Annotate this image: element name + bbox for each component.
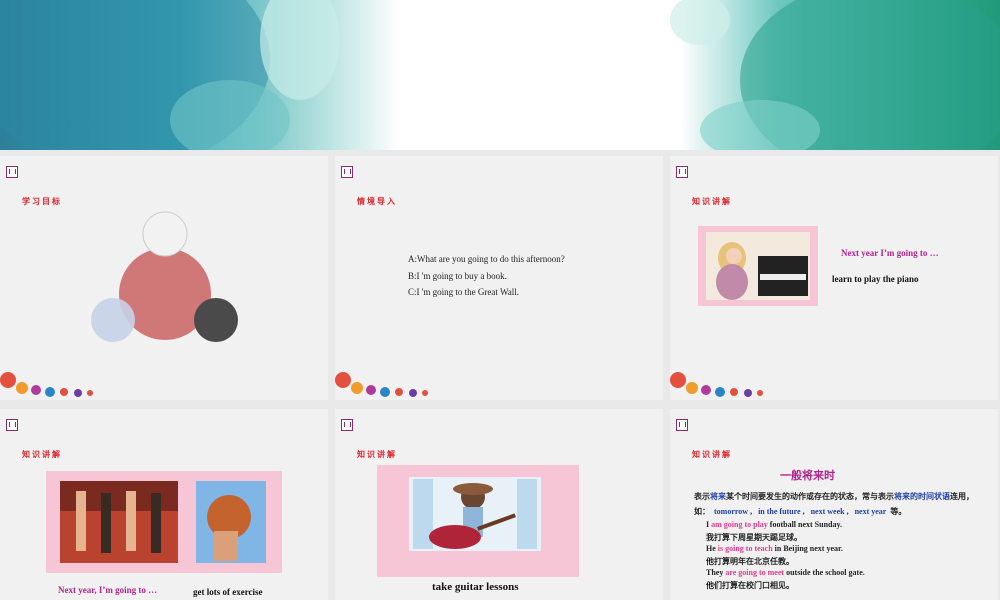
grammar-definition: 表示将来某个时间要发生的动作或存在的状态，常与表示将来的时间状语连用， — [694, 492, 974, 501]
slide-caption: take guitar lessons — [432, 581, 519, 593]
dialogue-line-c: C:I 'm going to the Great Wall. — [408, 287, 519, 297]
grammar-heading: 一般将来时 — [780, 469, 835, 482]
cover-slide-banner[interactable] — [0, 0, 1000, 150]
book-icon — [676, 419, 688, 431]
slide-2-thumbnail[interactable]: 情境导入 A:What are you going to do this aft… — [335, 156, 663, 400]
music-notes-decoration — [0, 372, 93, 397]
slide-4-thumbnail[interactable]: 知识讲解 Next year, I’m going to … get lots … — [0, 409, 328, 600]
venn-circles-graphic — [91, 211, 238, 342]
example-translation-2: 他打算明年在北京任教。 — [706, 557, 794, 566]
slide-caption: get lots of exercise — [193, 587, 263, 597]
slide-title: 知识讲解 — [692, 197, 732, 206]
music-notes-decoration — [335, 372, 428, 397]
dialogue-line-b: B:I 'm going to buy a book. — [408, 271, 507, 281]
book-icon — [6, 166, 18, 178]
slide-title: 情境导入 — [357, 197, 397, 206]
example-translation-1: 我打算下周星期天踢足球。 — [706, 533, 802, 542]
slide-caption: learn to play the piano — [832, 274, 919, 284]
dialogue-line-a: A:What are you going to do this afternoo… — [408, 254, 565, 264]
time-adverb-examples: 如： tomorrow , in the future , next week … — [694, 507, 907, 516]
slide-title: 学习目标 — [22, 197, 62, 206]
book-icon — [341, 166, 353, 178]
slide-title: 知识讲解 — [22, 450, 62, 459]
slide-title: 知识讲解 — [692, 450, 732, 459]
slide-6-thumbnail[interactable]: 知识讲解 一般将来时 表示将来某个时间要发生的动作或存在的状态，常与表示将来的时… — [670, 409, 998, 600]
music-notes-decoration — [670, 372, 763, 397]
slide-3-thumbnail[interactable]: 知识讲解 Next year I’m going to … learn to p… — [670, 156, 998, 400]
slide-title: 知识讲解 — [357, 450, 397, 459]
watercolor-banner — [0, 0, 1000, 150]
example-sentence-2: He is going to teach in Beijing next yea… — [706, 544, 843, 553]
example-sentence-1: I am going to play football next Sunday. — [706, 520, 843, 529]
book-icon — [676, 166, 688, 178]
slide-heading: Next year I’m going to … — [841, 248, 939, 258]
example-translation-3: 他们打算在校门口相见。 — [706, 581, 794, 590]
slide-1-thumbnail[interactable]: 学习目标 — [0, 156, 328, 400]
exercise-photos — [46, 471, 282, 573]
slide-heading: Next year, I’m going to … — [58, 585, 158, 595]
piano-girl-photo — [698, 226, 818, 306]
example-sentence-3: They are going to meet outside the schoo… — [706, 568, 865, 577]
guitar-girl-photo — [377, 465, 579, 577]
book-icon — [341, 419, 353, 431]
slide-5-thumbnail[interactable]: 知识讲解 take guitar lessons — [335, 409, 663, 600]
book-icon — [6, 419, 18, 431]
